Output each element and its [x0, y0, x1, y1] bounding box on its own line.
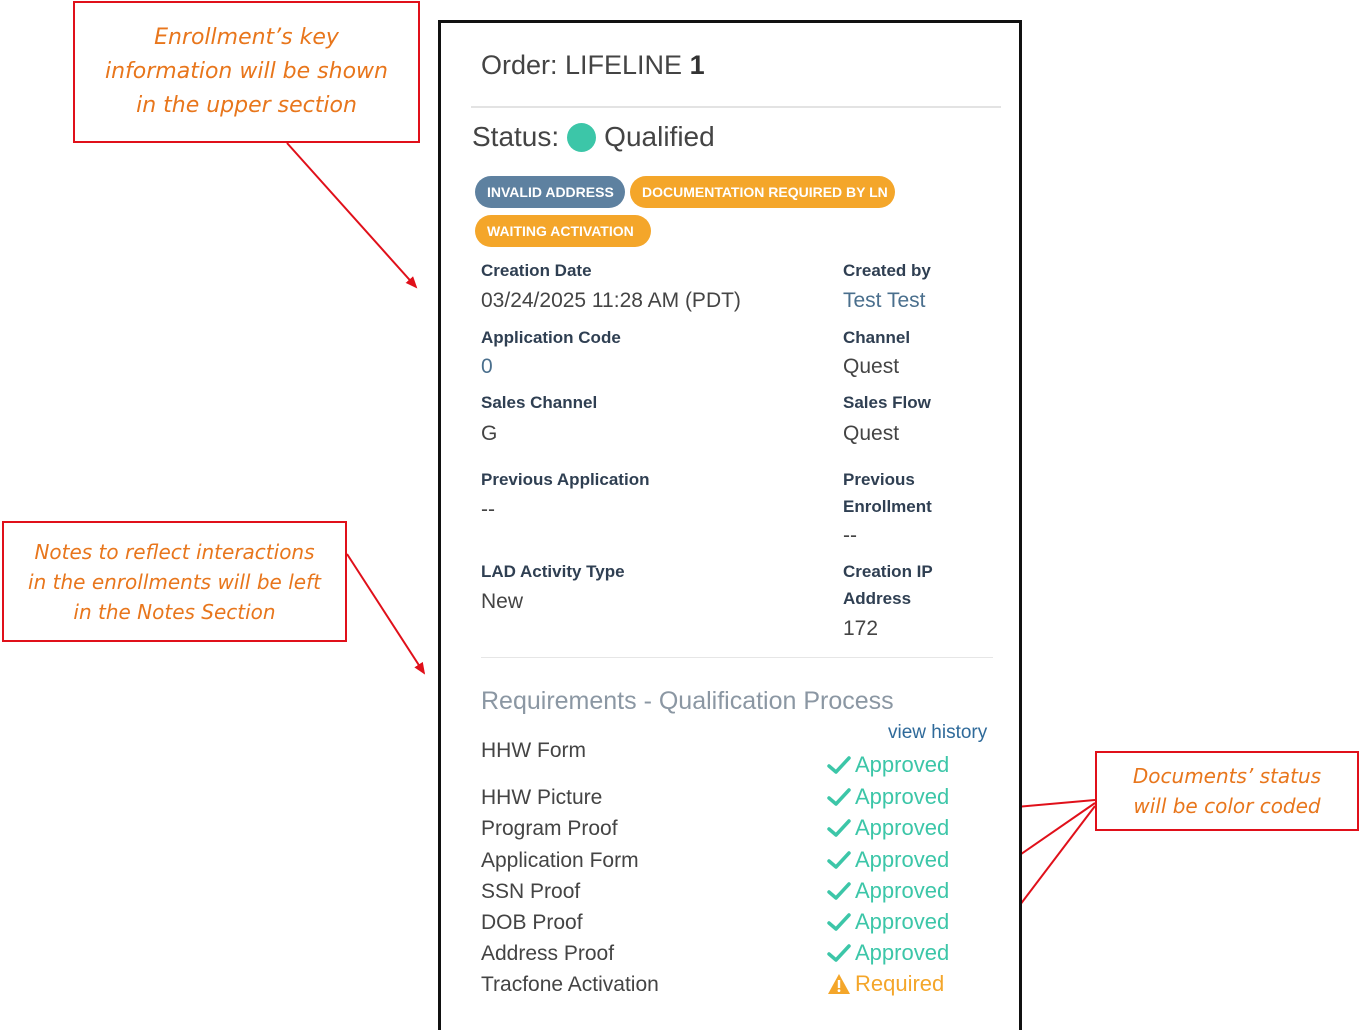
- order-number: 1: [689, 50, 705, 80]
- requirement-status: Approved: [827, 752, 949, 778]
- order-title-prefix: Order: LIFELINE: [481, 50, 683, 80]
- field-label-creation-ip-2: Address: [843, 589, 912, 608]
- requirement-status-label: Approved: [855, 784, 950, 809]
- annotation-documents-status: Documents’ status will be color coded: [1095, 751, 1359, 831]
- field-label-channel: Channel: [843, 328, 911, 347]
- field-label-previous-enrollment-2: Enrollment: [843, 497, 932, 516]
- field-value-channel: Quest: [843, 355, 900, 378]
- badge-documentation-required: DOCUMENTATION REQUIRED BY LN: [630, 176, 895, 208]
- field-value-application-code[interactable]: 0: [481, 355, 493, 379]
- status-label: Status:: [472, 121, 560, 152]
- enrollment-panel: Order: LIFELINE 1 Status: Qualified INVA…: [438, 20, 1022, 1030]
- view-history-link[interactable]: view history: [888, 722, 987, 744]
- field-value-lad-activity-type: New: [481, 590, 524, 613]
- requirement-status-label: Approved: [855, 940, 950, 965]
- requirement-name: Program Proof: [481, 817, 618, 840]
- check-icon: [827, 913, 851, 931]
- requirement-status-label: Approved: [855, 752, 950, 777]
- check-icon: [827, 851, 851, 869]
- field-label-sales-flow: Sales Flow: [843, 393, 931, 412]
- check-icon: [827, 788, 851, 806]
- check-icon: [827, 819, 851, 837]
- field-label-previous-enrollment-1: Previous: [843, 470, 915, 489]
- field-value-creation-ip: 172: [843, 617, 879, 640]
- status-dot-icon: [567, 122, 597, 152]
- requirement-name: Application Form: [481, 849, 639, 872]
- annotation-line: will be color coded: [1133, 794, 1321, 818]
- arrow: [286, 142, 418, 289]
- check-icon: [827, 944, 851, 962]
- badge-invalid-address: INVALID ADDRESS: [475, 176, 625, 208]
- requirement-status: Approved: [827, 784, 949, 810]
- requirement-status: Approved: [827, 815, 949, 841]
- requirement-status: Required: [827, 971, 944, 997]
- badge-waiting-activation: WAITING ACTIVATION: [475, 215, 651, 247]
- requirement-name: Tracfone Activation: [481, 973, 659, 996]
- warning-icon: [828, 974, 850, 994]
- requirement-status-label: Approved: [855, 909, 950, 934]
- field-value-created-by[interactable]: Test Test: [843, 289, 925, 313]
- field-value-sales-flow: Quest: [843, 422, 900, 445]
- requirement-status-label: Approved: [855, 847, 950, 872]
- requirement-status-label: Approved: [855, 878, 950, 903]
- check-icon: [827, 882, 851, 900]
- annotation-line: in the enrollments will be left: [28, 569, 321, 594]
- field-label-creation-date: Creation Date: [481, 261, 592, 280]
- requirement-name: Address Proof: [481, 942, 615, 965]
- annotation-upper-section: Enrollment’s key information will be sho…: [73, 1, 420, 143]
- field-label-lad-activity-type: LAD Activity Type: [481, 562, 625, 581]
- requirement-status: Approved: [827, 909, 949, 935]
- requirement-name: HHW Form: [481, 739, 586, 762]
- annotation-line: in the Notes Section: [73, 599, 276, 624]
- annotation-notes-section: Notes to reflect interactions in the enr…: [2, 521, 347, 642]
- requirement-status: Approved: [827, 847, 949, 873]
- requirement-status: Approved: [827, 940, 949, 966]
- requirement-name: HHW Picture: [481, 786, 603, 809]
- field-value-previous-application: --: [481, 498, 495, 521]
- requirement-name: DOB Proof: [481, 911, 583, 934]
- requirement-status: Approved: [827, 878, 949, 904]
- annotation-line: Documents’ status: [1132, 764, 1322, 788]
- field-value-sales-channel: G: [481, 422, 498, 445]
- annotation-line: Enrollment’s key: [154, 25, 339, 50]
- divider: [481, 657, 993, 658]
- annotation-line: Notes to reflect interactions: [34, 539, 315, 564]
- annotation-line: information will be shown: [105, 59, 388, 84]
- field-value-previous-enrollment: --: [843, 524, 857, 547]
- order-title: Order: LIFELINE 1: [481, 50, 705, 81]
- arrow: [346, 553, 426, 675]
- field-value-creation-date: 03/24/2025 11:28 AM (PDT): [481, 289, 741, 312]
- field-label-sales-channel: Sales Channel: [481, 393, 598, 412]
- field-label-created-by: Created by: [843, 261, 931, 280]
- annotation-line: in the upper section: [136, 93, 357, 118]
- requirement-status-label: Required: [855, 971, 945, 996]
- status-value: Qualified: [604, 121, 715, 152]
- divider: [471, 106, 1001, 108]
- field-label-application-code: Application Code: [481, 328, 621, 347]
- requirement-status-label: Approved: [855, 815, 950, 840]
- status-line: Status: Qualified: [472, 121, 715, 153]
- check-icon: [827, 756, 851, 774]
- field-label-previous-application: Previous Application: [481, 470, 650, 489]
- requirements-title: Requirements - Qualification Process: [481, 687, 894, 715]
- requirement-name: SSN Proof: [481, 880, 581, 903]
- field-label-creation-ip-1: Creation IP: [843, 562, 933, 581]
